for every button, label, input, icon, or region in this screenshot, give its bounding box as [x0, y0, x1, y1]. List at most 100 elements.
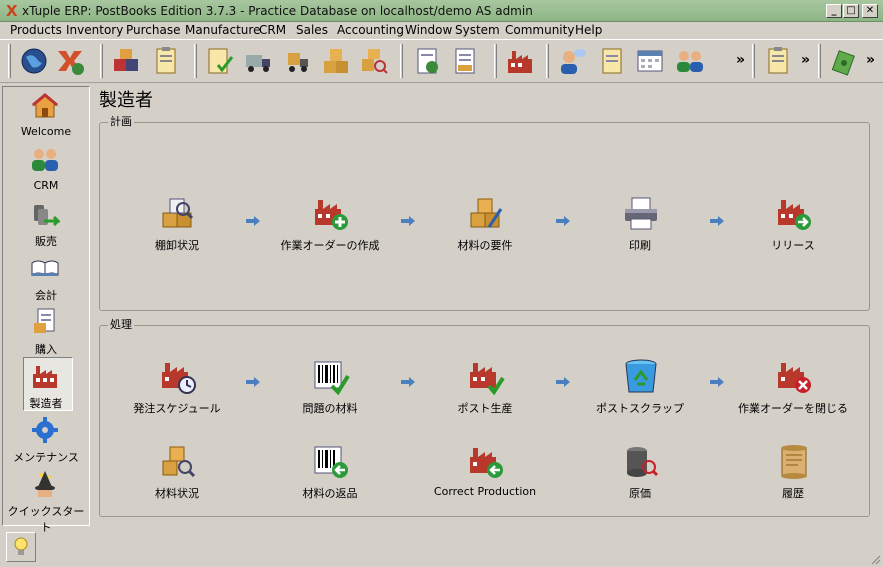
lightbulb-button[interactable] [6, 532, 36, 562]
item-label: 履歴 [782, 487, 804, 500]
sidebar-item-welcome[interactable]: Welcome [5, 91, 87, 143]
money-icon[interactable] [828, 45, 860, 77]
plan-item-create-work-order[interactable]: 作業オーダーの作成 [270, 195, 390, 255]
item-label: 印刷 [629, 239, 651, 252]
factory-icon[interactable] [504, 45, 536, 77]
search-boxes-icon[interactable] [358, 45, 390, 77]
menu-manufacture[interactable]: Manufacture [185, 23, 260, 38]
sidebar-item-sales[interactable]: 販売 [5, 199, 87, 251]
menu-purchase[interactable]: Purchase [126, 23, 181, 38]
resize-grip-icon[interactable] [869, 553, 881, 565]
sidebar-item-manufacture[interactable]: 製造者 [5, 357, 87, 413]
item-label: 材料状況 [155, 487, 199, 500]
truck-icon[interactable] [242, 45, 274, 77]
house-icon [31, 93, 59, 118]
printer-icon [625, 197, 657, 230]
menu-products[interactable]: Products [10, 23, 62, 38]
notepad-icon[interactable] [596, 45, 628, 77]
plan-item-print[interactable]: 印刷 [580, 195, 700, 255]
proc-item-material-status[interactable]: 材料状況 [117, 443, 237, 503]
planning-group: 計画 棚卸状況 作業オーダーの作成 材料の要件 印刷 リリース [99, 115, 870, 311]
minimize-button[interactable]: _ [826, 4, 842, 18]
toolbar-grip[interactable] [100, 44, 103, 78]
arrow-right-icon [401, 377, 415, 387]
close-button[interactable]: ✕ [862, 4, 878, 18]
sidebar-item-accounting[interactable]: 会計 [5, 253, 87, 305]
menu-accounting[interactable]: Accounting [337, 23, 404, 38]
toolbar-grip[interactable] [400, 44, 403, 78]
menu-crm[interactable]: CRM [259, 23, 286, 38]
title-bar: X xTuple ERP: PostBooks Edition 3.7.3 - … [0, 0, 883, 22]
proc-item-return-material[interactable]: 材料の返品 [270, 443, 390, 503]
sidebar-item-quickstart[interactable]: クイックスタート [5, 469, 87, 534]
menu-sales[interactable]: Sales [296, 23, 328, 38]
user-chat-icon[interactable] [556, 45, 588, 77]
toolbar-grip[interactable] [752, 44, 755, 78]
sidebar-item-purchase[interactable]: 購入 [5, 307, 87, 359]
sidebar: Welcome CRM 販売 会計 購入 製造者 メンテナンス クイックスタート [2, 86, 90, 534]
sidebar-item-crm[interactable]: CRM [5, 145, 87, 197]
barcode-check-icon [314, 361, 350, 396]
proc-item-release-schedule[interactable]: 発注スケジュール [117, 358, 237, 418]
menu-community[interactable]: Community [505, 23, 574, 38]
factory-icon [33, 366, 57, 388]
proc-item-cost[interactable]: 原価 [580, 443, 700, 503]
users-icon [32, 149, 58, 171]
proc-item-post-production[interactable]: ポスト生産 [425, 358, 545, 418]
plan-item-material-requirements[interactable]: 材料の要件 [425, 195, 545, 255]
toolbar-overflow-icon[interactable]: » [866, 52, 875, 68]
proc-item-history[interactable]: 履歴 [733, 443, 853, 503]
users-icon[interactable] [674, 45, 706, 77]
maximize-button[interactable]: □ [843, 4, 859, 18]
xtuple-icon[interactable] [54, 45, 86, 77]
arrow-right-icon [246, 377, 260, 387]
factory-clock-icon [162, 363, 196, 394]
toolbar-grip[interactable] [8, 44, 11, 78]
arrow-right-icon [401, 216, 415, 226]
plan-item-release[interactable]: リリース [733, 195, 853, 255]
toolbar-grip[interactable] [818, 44, 821, 78]
toolbar-grip[interactable] [194, 44, 197, 78]
item-label: 作業オーダーの作成 [280, 239, 380, 252]
factory-undo-icon [470, 448, 503, 478]
toolbar-overflow-icon[interactable]: » [801, 52, 810, 68]
checklist-icon[interactable] [204, 45, 236, 77]
proc-item-correct-production[interactable]: Correct Production [425, 443, 545, 503]
sales-icon [34, 205, 60, 227]
arrow-right-icon [556, 216, 570, 226]
arrow-right-icon [710, 377, 724, 387]
factory-add-icon [315, 200, 348, 230]
item-label: 作業オーダーを閉じる [738, 402, 848, 415]
boxes-edit-icon [470, 198, 503, 228]
menu-help[interactable]: Help [575, 23, 602, 38]
sheet-icon[interactable] [412, 45, 444, 77]
proc-item-post-scrap[interactable]: ポストスクラップ [580, 358, 700, 418]
wizard-icon [35, 471, 55, 497]
group-label: 計画 [108, 115, 134, 129]
item-label: 材料の返品 [302, 487, 358, 500]
boxes-search-icon [162, 446, 196, 478]
boxes-icon[interactable] [110, 45, 142, 77]
gear-icon [32, 417, 58, 443]
proc-item-close-work-order[interactable]: 作業オーダーを閉じる [733, 358, 853, 418]
toolbar-grip[interactable] [494, 44, 497, 78]
sheet-arrow-icon[interactable] [450, 45, 482, 77]
item-label: 発注スケジュール [133, 402, 221, 415]
sidebar-item-label: メンテナンス [13, 451, 79, 464]
menu-system[interactable]: System [455, 23, 500, 38]
sidebar-item-maintenance[interactable]: メンテナンス [5, 415, 87, 467]
calendar-icon[interactable] [634, 45, 666, 77]
plan-item-inventory-status[interactable]: 棚卸状況 [117, 195, 237, 255]
clipboard-icon[interactable] [762, 45, 794, 77]
menu-inventory[interactable]: Inventory [66, 23, 123, 38]
item-label: ポスト生産 [457, 402, 513, 415]
boxes-icon[interactable] [320, 45, 352, 77]
toolbar-grip[interactable] [546, 44, 549, 78]
menu-window[interactable]: Window [405, 23, 452, 38]
proc-item-issue-material[interactable]: 問題の材料 [270, 358, 390, 418]
recycle-bin-icon [625, 359, 657, 393]
toolbar-overflow-icon[interactable]: » [736, 52, 745, 68]
forklift-icon[interactable] [282, 45, 314, 77]
globe-icon[interactable] [18, 45, 50, 77]
clipboard-icon[interactable] [150, 45, 182, 77]
